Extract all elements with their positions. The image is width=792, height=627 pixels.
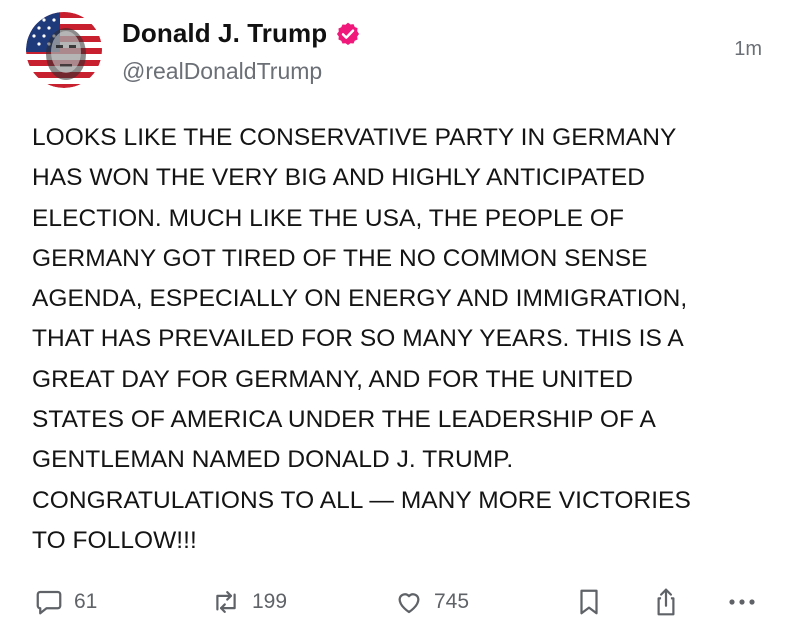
like-count: 745 [434,590,470,613]
author-handle[interactable]: @realDonaldTrump [122,58,322,85]
post-action-bar: 61 199 745 [0,582,792,622]
author-display-name[interactable]: Donald J. Trump [122,18,327,49]
repost-icon [210,587,242,617]
author-avatar[interactable] [26,12,102,88]
avatar-image [26,12,102,88]
author-name-row: Donald J. Trump [122,18,361,49]
repost-count: 199 [252,590,288,613]
repost-button[interactable]: 199 [210,582,287,622]
post-card: Donald J. Trump @realDonaldTrump 1m LOOK… [0,0,792,627]
like-button[interactable]: 745 [394,582,469,622]
post-timestamp[interactable]: 1m [734,38,762,61]
reply-icon [34,587,64,617]
verified-badge-icon [335,21,361,47]
share-icon [652,586,680,618]
bookmark-button[interactable] [575,582,603,622]
post-body-text: LOOKS LIKE THE CONSERVATIVE PARTY IN GER… [32,124,691,554]
share-button[interactable] [652,582,680,622]
bookmark-icon [575,587,603,617]
more-icon [728,597,756,607]
more-options-button[interactable] [728,582,756,622]
reply-button[interactable]: 61 [34,582,97,622]
reply-count: 61 [74,590,98,613]
heart-icon [394,587,424,617]
